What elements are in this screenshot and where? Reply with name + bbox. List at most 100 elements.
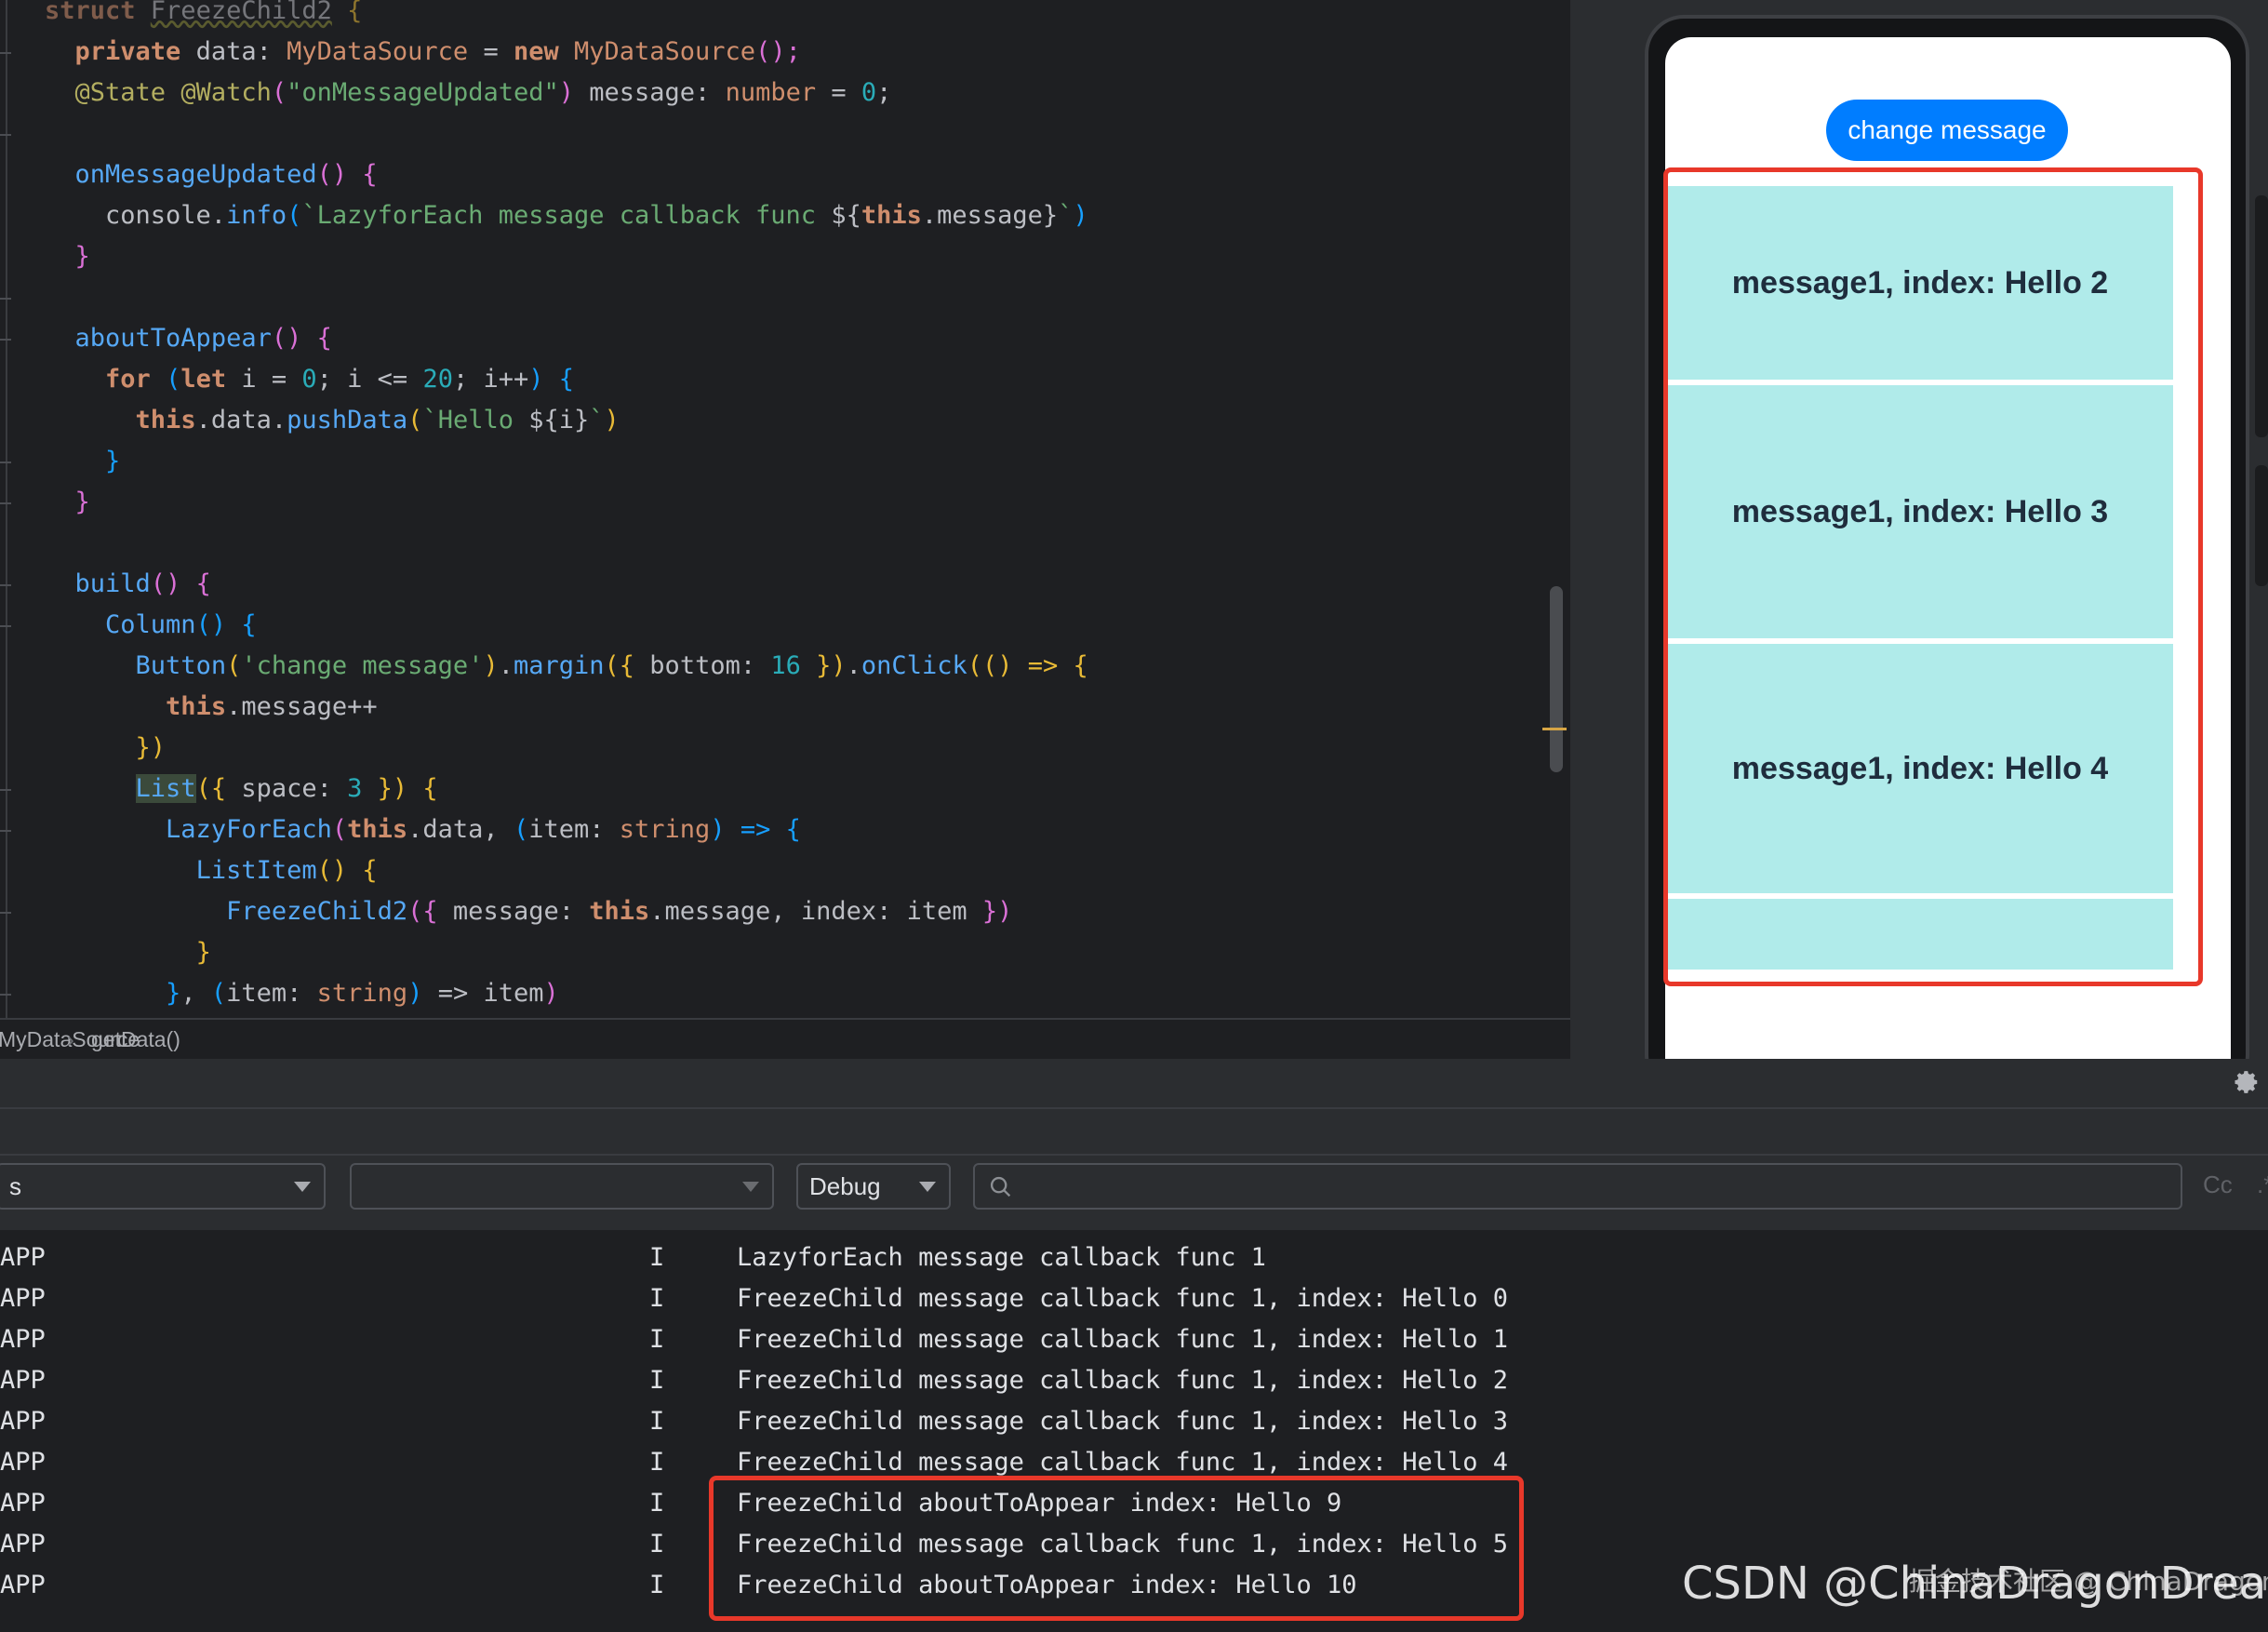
code-token: ) xyxy=(710,815,726,844)
change-message-button[interactable]: change message xyxy=(1826,100,2068,161)
code-token: = xyxy=(816,78,861,107)
match-case-toggle[interactable]: Cc xyxy=(2203,1170,2233,1199)
fold-marker[interactable] xyxy=(0,462,11,463)
code-token: string xyxy=(316,979,408,1008)
code-line: List({ space: 3 }) { xyxy=(45,769,438,809)
code-token: this xyxy=(861,201,922,230)
fold-marker[interactable] xyxy=(0,134,11,136)
code-token: ({ xyxy=(604,651,635,680)
code-token: ( xyxy=(271,78,287,107)
code-token: "onMessageUpdated" xyxy=(287,78,559,107)
code-token: MyDataSource xyxy=(574,37,756,66)
code-token: ${i} xyxy=(528,406,590,435)
gear-icon[interactable] xyxy=(2233,1068,2261,1096)
code-token: item: xyxy=(528,815,620,844)
log-level: I xyxy=(649,1325,665,1354)
log-message: FreezeChild message callback func 1, ind… xyxy=(737,1284,1509,1313)
fold-marker[interactable] xyxy=(0,339,11,341)
code-token: ({ xyxy=(407,897,438,926)
code-token: message: xyxy=(574,78,726,107)
log-highlight-box xyxy=(709,1476,1524,1621)
code-token: @State xyxy=(74,78,167,107)
code-token: 16 xyxy=(770,651,801,680)
tag-select[interactable] xyxy=(350,1163,774,1210)
log-message: FreezeChild message callback func 1, ind… xyxy=(737,1325,1509,1354)
code-editor[interactable]: struct FreezeChild2 { private data: MyDa… xyxy=(0,0,1570,1018)
search-icon xyxy=(990,1176,1011,1197)
code-token: ) xyxy=(604,406,620,435)
editor-scrollbar[interactable] xyxy=(1550,586,1563,772)
code-token: } xyxy=(166,979,181,1008)
code-token: string xyxy=(619,815,711,844)
code-token: ( xyxy=(226,651,242,680)
code-line: LazyForEach(this.data, (item: string) =>… xyxy=(45,809,801,850)
code-token: () { xyxy=(316,160,378,189)
log-search-input[interactable] xyxy=(973,1163,2182,1210)
fold-marker[interactable] xyxy=(0,994,11,996)
code-token: , xyxy=(180,979,211,1008)
code-token: ; xyxy=(876,78,892,107)
code-token: ) xyxy=(1073,201,1088,230)
fold-marker[interactable] xyxy=(0,830,11,832)
process-select[interactable]: s xyxy=(0,1163,326,1210)
chevron-down-icon xyxy=(294,1182,311,1192)
code-token: bottom: xyxy=(634,651,771,680)
process-select-value: s xyxy=(9,1172,21,1200)
log-tag: APP xyxy=(0,1571,46,1599)
fold-marker[interactable] xyxy=(0,298,11,300)
breadcrumb-current[interactable]: getData() xyxy=(91,1020,180,1059)
code-token: } xyxy=(74,488,90,516)
code-line: aboutToAppear() { xyxy=(45,318,332,359)
breadcrumb: MyDataSource › getData() xyxy=(0,1018,1570,1059)
code-token: build xyxy=(74,569,151,598)
code-token: this xyxy=(166,692,227,721)
code-token: }) xyxy=(800,651,847,680)
code-token: = xyxy=(468,37,514,66)
code-line: } xyxy=(45,932,211,973)
code-token: private xyxy=(74,37,196,66)
log-tag: APP xyxy=(0,1448,46,1477)
log-row[interactable]: APP I FreezeChild message callback func 1,… xyxy=(0,1401,2268,1442)
code-token: ) xyxy=(483,651,499,680)
log-row[interactable]: APP I FreezeChild message callback func 1,… xyxy=(0,1278,2268,1319)
log-level-select[interactable]: Debug xyxy=(796,1163,951,1210)
log-tag: APP xyxy=(0,1530,46,1558)
code-token: data: xyxy=(195,37,287,66)
fold-marker[interactable] xyxy=(0,502,11,504)
code-token: `Hello xyxy=(422,406,529,435)
log-row[interactable]: APP I FreezeChild message callback func 1,… xyxy=(0,1360,2268,1401)
code-token: info xyxy=(226,201,287,230)
code-token: ${ xyxy=(831,201,861,230)
fold-marker[interactable] xyxy=(0,584,11,586)
code-token: for xyxy=(105,365,167,394)
log-message: FreezeChild message callback func 1, ind… xyxy=(737,1366,1509,1395)
code-token: . xyxy=(498,651,514,680)
code-token: ) xyxy=(558,78,575,107)
code-line: Column() { xyxy=(45,605,257,646)
fold-marker[interactable] xyxy=(0,912,11,914)
code-token: console. xyxy=(45,201,227,230)
code-line: } xyxy=(45,441,120,482)
regex-toggle[interactable]: .* xyxy=(2257,1170,2268,1199)
fold-marker[interactable] xyxy=(0,625,11,627)
fold-marker[interactable] xyxy=(0,52,11,54)
code-token: `LazyforEach message callback func xyxy=(301,201,832,230)
fold-marker[interactable] xyxy=(0,789,11,791)
code-token: => item xyxy=(422,979,544,1008)
code-token: (); xyxy=(755,37,801,66)
code-token: ( xyxy=(210,979,227,1008)
log-row[interactable]: APP I FreezeChild message callback func 1,… xyxy=(0,1319,2268,1360)
log-row[interactable]: APP I LazyforEach message callback func 1 xyxy=(0,1237,2268,1278)
scrollbar-warning-marker xyxy=(1542,728,1567,730)
code-token: () { xyxy=(195,610,257,639)
code-token: .data. xyxy=(195,406,287,435)
code-token: } xyxy=(105,447,121,475)
code-line: this.message++ xyxy=(45,687,378,728)
